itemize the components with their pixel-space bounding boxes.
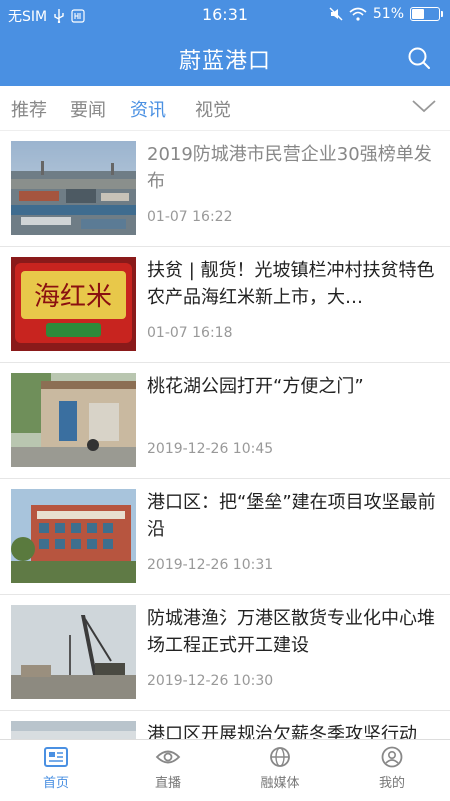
category-tabs: 推荐 要闻 资讯 视觉 (0, 86, 450, 131)
nav-label: 我的 (378, 776, 405, 791)
article-title: 2019防城港市民营企业30强榜单发布 (147, 144, 432, 192)
article-thumbnail (11, 141, 136, 235)
nav-media[interactable]: 融媒体 (224, 746, 336, 791)
user-icon (381, 746, 403, 768)
article-time: 2019-12-26 10:30 (147, 673, 274, 689)
battery-percent: 51% (372, 6, 404, 22)
article-time: 2019-12-26 10:45 (147, 441, 274, 457)
article-title: 港口区：把“堡垒”建在项目攻坚最前沿 (147, 492, 436, 540)
nav-profile[interactable]: 我的 (336, 746, 448, 791)
nav-label: 首页 (42, 776, 69, 791)
article-item[interactable]: 2019防城港市民营企业30强榜单发布 01-07 16:22 (0, 131, 450, 247)
nav-live[interactable]: 直播 (112, 746, 224, 791)
nav-home[interactable]: 首页 (0, 746, 112, 791)
article-title: 扶贫 | 靓货！光坡镇栏冲村扶贫特色农产品海红米新上市，大… (147, 260, 435, 308)
article-time: 01-07 16:22 (147, 209, 233, 225)
app-title: 蔚蓝港口 (178, 49, 271, 74)
status-bar: 无SIM 16:31 51% (0, 0, 450, 30)
article-title: 防城港渔氵万港区散货专业化中心堆场工程正式开工建设 (147, 608, 435, 656)
globe-icon (270, 747, 290, 767)
tab-recommend[interactable]: 推荐 (11, 96, 47, 122)
battery-icon (410, 7, 443, 21)
thumb-product-text: 海红米 (34, 282, 112, 312)
search-icon[interactable] (406, 45, 432, 71)
nav-label: 直播 (154, 776, 181, 791)
article-thumbnail (11, 605, 136, 699)
tab-news[interactable]: 资讯 (130, 96, 166, 122)
article-thumbnail (11, 489, 136, 583)
nav-label: 融媒体 (260, 776, 300, 791)
article-item[interactable]: 桃花湖公园打开“方便之门” 2019-12-26 10:45 (0, 363, 450, 479)
article-item[interactable]: 港口区：把“堡垒”建在项目攻坚最前沿 2019-12-26 10:31 (0, 479, 450, 595)
tab-visual[interactable]: 视觉 (195, 96, 231, 122)
article-item[interactable]: 防城港渔氵万港区散货专业化中心堆场工程正式开工建设 2019-12-26 10:… (0, 595, 450, 711)
article-time: 2019-12-26 10:31 (147, 557, 274, 573)
article-title: 桃花湖公园打开“方便之门” (147, 376, 364, 397)
article-thumbnail: 海红米 (11, 257, 136, 351)
article-thumbnail (11, 373, 136, 467)
article-item[interactable]: 海红米 扶贫 | 靓货！光坡镇栏冲村扶贫特色农产品海红米新上市，大… 01-07… (0, 247, 450, 363)
article-time: 01-07 16:18 (147, 325, 233, 341)
home-news-icon (44, 747, 68, 767)
article-thumbnail (11, 721, 136, 739)
bottom-nav: 首页 直播 融媒体 我的 (0, 739, 450, 801)
article-item[interactable]: 港口区开展规治欠薪冬季攻坚行动 (0, 711, 450, 739)
eye-icon (155, 750, 181, 764)
article-list: 2019防城港市民营企业30强榜单发布 01-07 16:22 海红米 扶贫 |… (0, 131, 450, 739)
battery-level (412, 9, 425, 19)
app-header: 蔚蓝港口 (0, 30, 450, 86)
chevron-down-icon[interactable] (410, 94, 438, 118)
article-title: 港口区开展规治欠薪冬季攻坚行动 (147, 724, 417, 739)
tab-headlines[interactable]: 要闻 (70, 96, 106, 122)
wifi-icon (349, 7, 367, 21)
mute-icon (329, 7, 343, 21)
